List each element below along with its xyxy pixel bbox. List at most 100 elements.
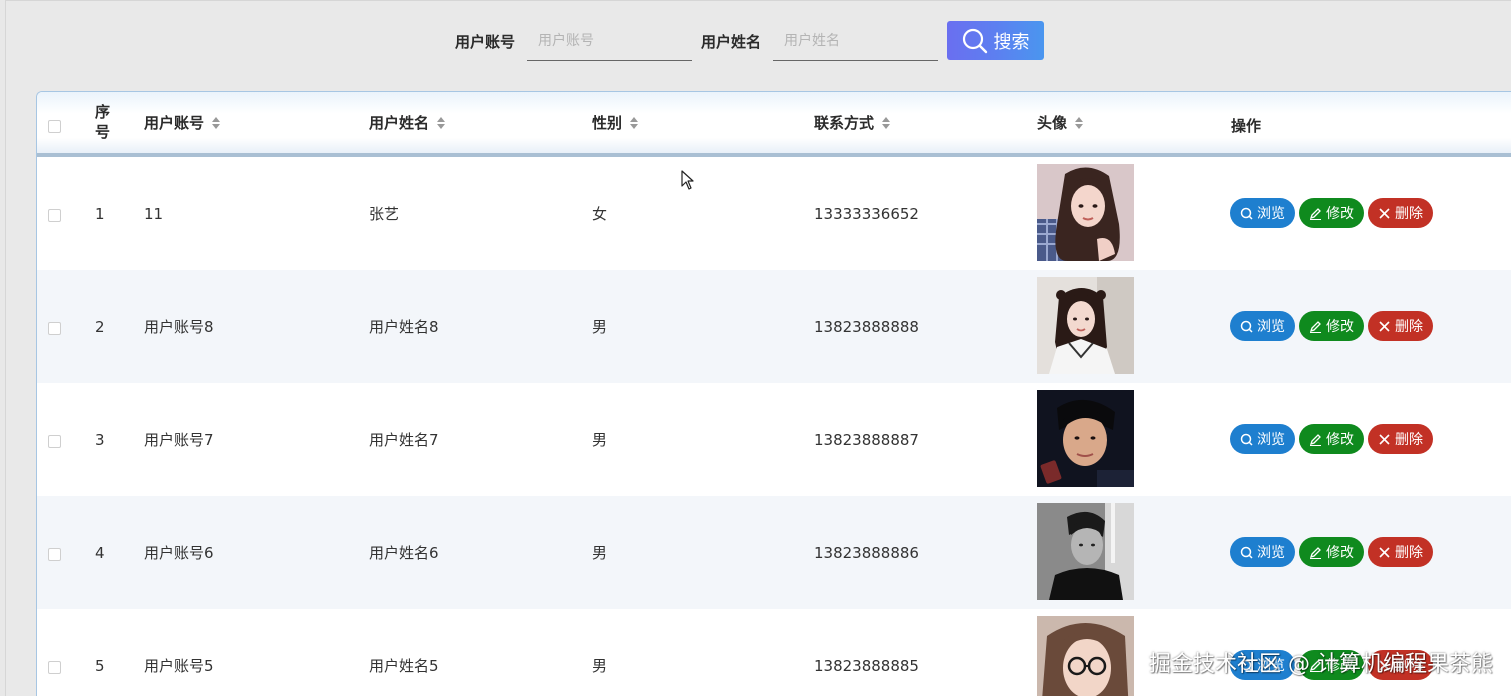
row-account: 用户账号7 bbox=[144, 431, 214, 449]
name-search-input[interactable] bbox=[773, 21, 938, 61]
row-name: 用户姓名5 bbox=[369, 657, 439, 675]
avatar[interactable] bbox=[1037, 277, 1134, 374]
pencil-icon bbox=[1309, 320, 1321, 333]
header-name-label: 用户姓名 bbox=[369, 114, 430, 132]
avatar[interactable] bbox=[1037, 616, 1134, 696]
avatar[interactable] bbox=[1037, 390, 1134, 487]
close-icon bbox=[1379, 207, 1390, 219]
header-avatar-label: 头像 bbox=[1037, 114, 1068, 132]
search-icon bbox=[1240, 320, 1253, 333]
search-bar: 用户账号 用户姓名 搜索 bbox=[0, 21, 1511, 61]
header-gender[interactable]: 性别 bbox=[592, 112, 639, 133]
delete-button-label: 删除 bbox=[1395, 206, 1423, 222]
delete-button-label: 删除 bbox=[1395, 545, 1423, 561]
search-icon bbox=[1240, 207, 1253, 220]
header-gender-label: 性别 bbox=[592, 114, 623, 132]
row-contact: 13823888888 bbox=[814, 317, 919, 336]
sort-icon[interactable] bbox=[630, 116, 639, 129]
row-index: 5 bbox=[95, 656, 105, 675]
row-contact: 13823888887 bbox=[814, 430, 919, 449]
row-checkbox[interactable] bbox=[48, 435, 61, 448]
search-button[interactable]: 搜索 bbox=[947, 21, 1044, 60]
edit-button-label: 修改 bbox=[1326, 432, 1354, 448]
table-row: 2 用户账号8 用户姓名8 男 13823888888 浏览 修改 删除 bbox=[37, 270, 1511, 383]
delete-button[interactable]: 删除 bbox=[1368, 537, 1433, 567]
select-all-checkbox[interactable] bbox=[48, 120, 61, 133]
row-name: 用户姓名6 bbox=[369, 544, 439, 562]
pencil-icon bbox=[1309, 546, 1321, 559]
view-button[interactable]: 浏览 bbox=[1230, 198, 1295, 228]
account-search-input[interactable] bbox=[527, 21, 692, 61]
edit-button-label: 修改 bbox=[1326, 206, 1354, 222]
pencil-icon bbox=[1309, 207, 1321, 220]
sort-icon[interactable] bbox=[882, 116, 891, 129]
delete-button-label: 删除 bbox=[1395, 432, 1423, 448]
edit-button-label: 修改 bbox=[1326, 319, 1354, 335]
name-search-label: 用户姓名 bbox=[701, 33, 762, 51]
edit-button[interactable]: 修改 bbox=[1299, 537, 1364, 567]
view-button[interactable]: 浏览 bbox=[1230, 424, 1295, 454]
search-icon bbox=[1240, 433, 1253, 446]
search-icon bbox=[1240, 546, 1253, 559]
delete-button[interactable]: 删除 bbox=[1368, 424, 1433, 454]
delete-button-label: 删除 bbox=[1395, 319, 1423, 335]
row-gender: 男 bbox=[592, 318, 608, 336]
view-button-label: 浏览 bbox=[1257, 545, 1285, 561]
pencil-icon bbox=[1309, 433, 1321, 446]
view-button[interactable]: 浏览 bbox=[1230, 311, 1295, 341]
row-account: 用户账号8 bbox=[144, 318, 214, 336]
header-contact[interactable]: 联系方式 bbox=[814, 112, 891, 133]
delete-button[interactable]: 删除 bbox=[1368, 198, 1433, 228]
row-gender: 男 bbox=[592, 544, 608, 562]
sort-icon[interactable] bbox=[437, 116, 446, 129]
table-row: 1 11 张艺 女 13333336652 浏览 修改 删除 bbox=[37, 157, 1511, 270]
table-row: 3 用户账号7 用户姓名7 男 13823888887 浏览 修改 删除 bbox=[37, 383, 1511, 496]
row-index: 3 bbox=[95, 430, 105, 449]
row-account: 11 bbox=[144, 204, 164, 223]
mouse-cursor-icon bbox=[681, 170, 694, 190]
row-name: 用户姓名8 bbox=[369, 318, 439, 336]
row-gender: 男 bbox=[592, 431, 608, 449]
search-button-label: 搜索 bbox=[993, 31, 1030, 53]
view-button-label: 浏览 bbox=[1257, 206, 1285, 222]
avatar[interactable] bbox=[1037, 503, 1134, 600]
view-button-label: 浏览 bbox=[1257, 432, 1285, 448]
user-table: 序号 用户账号 用户姓名 性别 联系方式 头像 操作 1 11 张艺 女 133… bbox=[36, 91, 1511, 696]
close-icon bbox=[1379, 433, 1390, 445]
view-button-label: 浏览 bbox=[1257, 319, 1285, 335]
row-checkbox[interactable] bbox=[48, 322, 61, 335]
header-account[interactable]: 用户账号 bbox=[144, 112, 221, 133]
sort-icon[interactable] bbox=[212, 116, 221, 129]
row-checkbox[interactable] bbox=[48, 209, 61, 222]
account-search-label: 用户账号 bbox=[455, 33, 516, 51]
table-header: 序号 用户账号 用户姓名 性别 联系方式 头像 操作 bbox=[37, 92, 1511, 157]
header-name[interactable]: 用户姓名 bbox=[369, 112, 446, 133]
row-index: 1 bbox=[95, 204, 105, 223]
edit-button[interactable]: 修改 bbox=[1299, 424, 1364, 454]
header-index: 序号 bbox=[95, 103, 111, 141]
header-account-label: 用户账号 bbox=[144, 114, 205, 132]
sort-icon[interactable] bbox=[1075, 116, 1084, 129]
edit-button[interactable]: 修改 bbox=[1299, 311, 1364, 341]
row-contact: 13823888886 bbox=[814, 543, 919, 562]
row-gender: 女 bbox=[592, 205, 608, 223]
table-row: 4 用户账号6 用户姓名6 男 13823888886 浏览 修改 删除 bbox=[37, 496, 1511, 609]
row-checkbox[interactable] bbox=[48, 548, 61, 561]
row-account: 用户账号6 bbox=[144, 544, 214, 562]
header-contact-label: 联系方式 bbox=[814, 114, 875, 132]
close-icon bbox=[1379, 320, 1390, 332]
delete-button[interactable]: 删除 bbox=[1368, 311, 1433, 341]
row-contact: 13333336652 bbox=[814, 204, 919, 223]
avatar[interactable] bbox=[1037, 164, 1134, 261]
view-button[interactable]: 浏览 bbox=[1230, 537, 1295, 567]
row-checkbox[interactable] bbox=[48, 661, 61, 674]
header-actions: 操作 bbox=[1231, 117, 1262, 135]
watermark: 掘金技术社区 @ 计算机编程果茶熊 bbox=[1149, 652, 1493, 677]
close-icon bbox=[1379, 546, 1390, 558]
row-gender: 男 bbox=[592, 657, 608, 675]
header-avatar[interactable]: 头像 bbox=[1037, 112, 1084, 133]
row-name: 用户姓名7 bbox=[369, 431, 439, 449]
row-name: 张艺 bbox=[369, 205, 400, 223]
edit-button[interactable]: 修改 bbox=[1299, 198, 1364, 228]
row-contact: 13823888885 bbox=[814, 656, 919, 675]
